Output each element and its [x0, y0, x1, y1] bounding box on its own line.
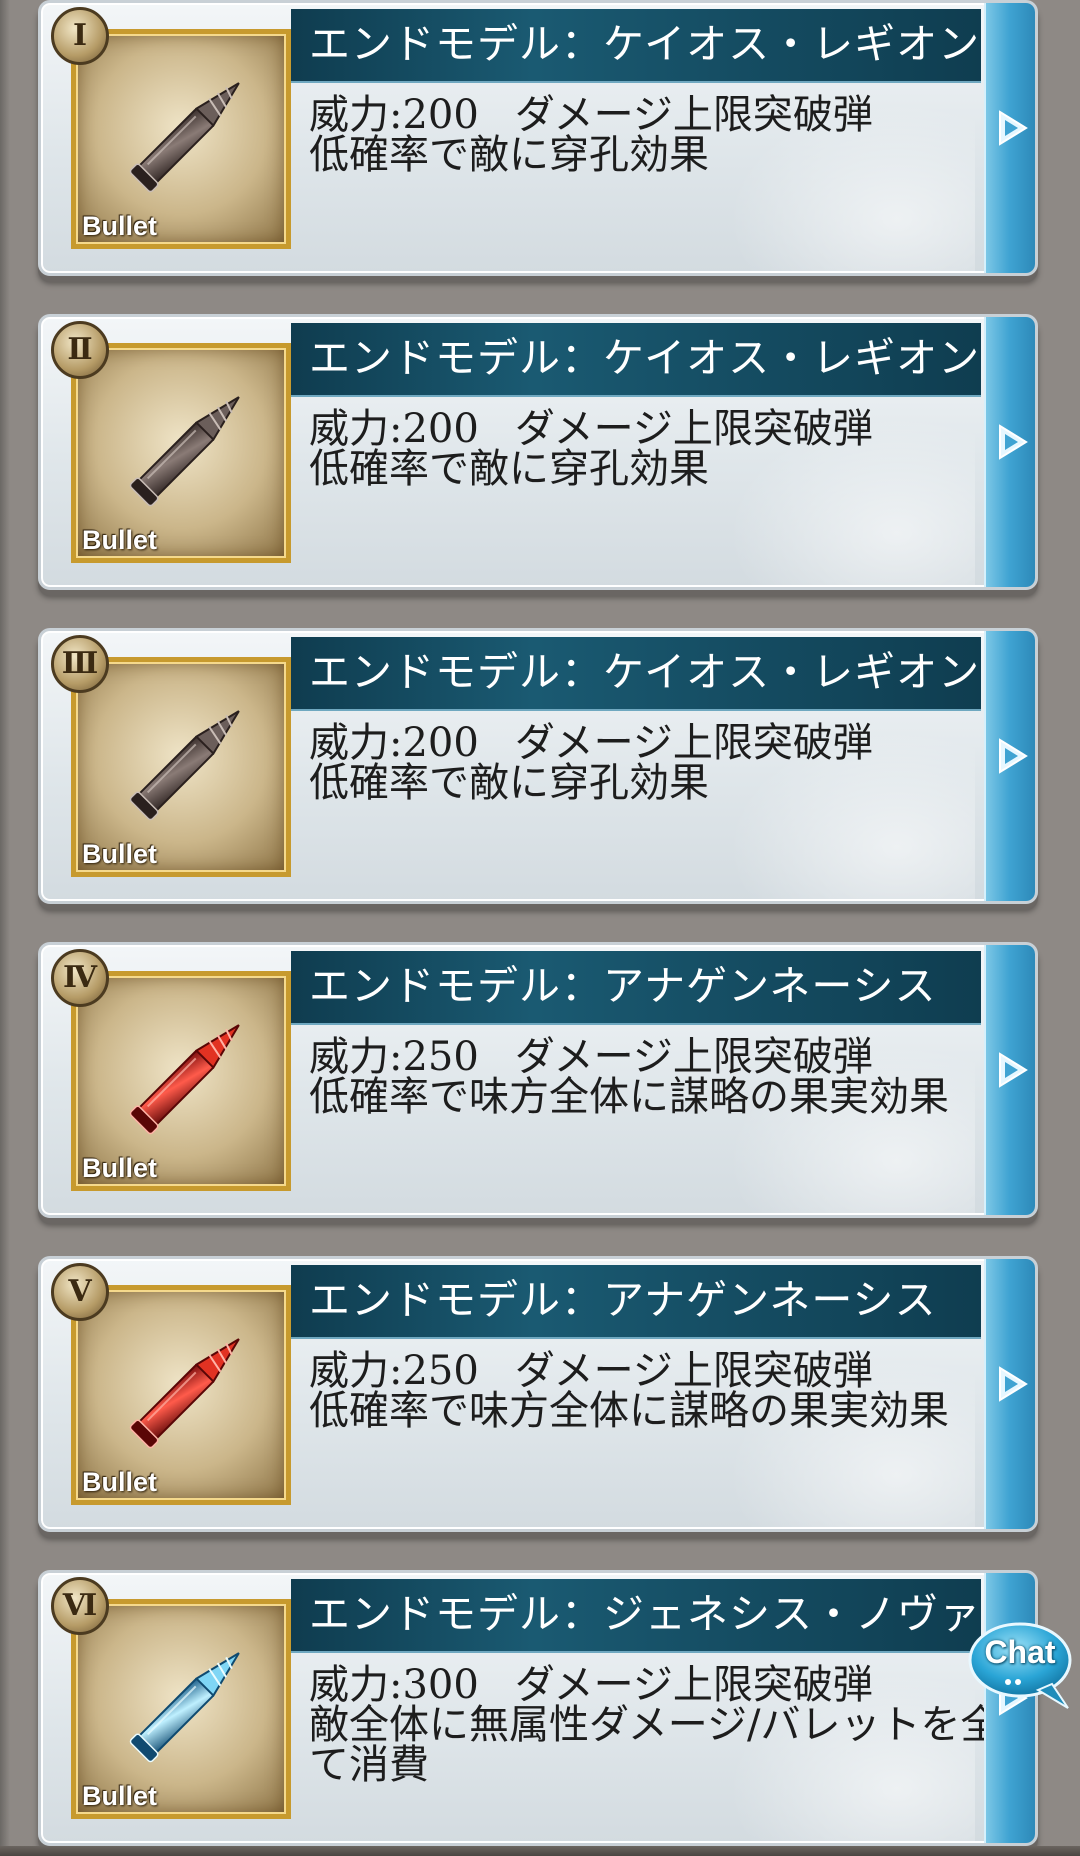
numeral-badge: Ⅴ — [51, 1263, 109, 1321]
numeral-badge: Ⅱ — [51, 321, 109, 379]
red-bullet-icon — [129, 1024, 240, 1135]
detail-text: 低確率で敵に穿孔効果 — [309, 760, 709, 806]
skill-title: エンドモデル：ケイオス・レギオン — [309, 20, 981, 68]
skill-card[interactable]: エンドモデル：ケイオス・レギオン Bullet Ⅲ 威力:200 ダメージ上限突破… — [38, 628, 1038, 904]
bullet-list: エンドモデル：ケイオス・レギオン Bullet Ⅰ 威力:200 ダメージ上限突破… — [0, 0, 1080, 1856]
bullet-label: Bullet — [82, 211, 158, 241]
bullet-label: Bullet — [82, 1153, 158, 1183]
play-arrow-icon — [999, 1052, 1028, 1088]
expand-arrow-button[interactable] — [984, 945, 1035, 1215]
skill-card[interactable]: エンドモデル：アナゲンネーシス Bullet Ⅴ 威力:250 ダメージ上限突破弾… — [38, 1256, 1038, 1532]
dark-bullet-icon — [129, 710, 240, 821]
detail-text: 低確率で味方全体に謀略の果実効果 — [309, 1074, 949, 1120]
skill-title: エンドモデル：アナゲンネーシス — [309, 962, 937, 1010]
bullet-label: Bullet — [82, 1467, 158, 1497]
expand-arrow-button[interactable] — [984, 3, 1035, 273]
icon-frame: Bullet — [71, 1285, 291, 1505]
play-arrow-icon — [999, 1366, 1028, 1402]
detail-text: 低確率で敵に穿孔効果 — [309, 132, 709, 178]
chat-label: Chat — [984, 1634, 1056, 1670]
blue-bullet-icon — [129, 1652, 240, 1763]
detail-text: 低確率で味方全体に謀略の果実効果 — [309, 1388, 949, 1434]
skill-description: 威力:250 ダメージ上限突破弾 低確率で味方全体に謀略の果実効果 — [309, 1351, 1029, 1431]
skill-title: エンドモデル：アナゲンネーシス — [309, 1276, 937, 1324]
numeral-badge: Ⅵ — [51, 1577, 109, 1635]
detail-text: 敵全体に無属性ダメージ/バレットを全て消費 — [309, 1702, 1001, 1788]
icon-frame: Bullet — [71, 29, 291, 249]
skill-card[interactable]: エンドモデル：ケイオス・レギオン Bullet Ⅱ 威力:200 ダメージ上限突破… — [38, 314, 1038, 590]
icon-frame: Bullet — [71, 1599, 291, 1819]
chat-button[interactable]: Chat — [968, 1620, 1080, 1712]
detail-text: 低確率で敵に穿孔効果 — [309, 446, 709, 492]
skill-description: 威力:250 ダメージ上限突破弾 低確率で味方全体に謀略の果実効果 — [309, 1037, 1029, 1117]
skill-title: エンドモデル：ケイオス・レギオン — [309, 334, 981, 382]
skill-card[interactable]: エンドモデル：ジェネシス・ノヴァ Bullet Ⅵ 威力:300 ダメージ上限突破… — [38, 1570, 1038, 1846]
skill-description: 威力:200 ダメージ上限突破弾 低確率で敵に穿孔効果 — [309, 723, 1029, 803]
skill-title: エンドモデル：ケイオス・レギオン — [309, 648, 981, 696]
numeral-badge: Ⅰ — [51, 7, 109, 65]
bullet-label: Bullet — [82, 839, 158, 869]
numeral-badge: Ⅳ — [51, 949, 109, 1007]
bullet-label: Bullet — [82, 525, 158, 555]
expand-arrow-button[interactable] — [984, 1259, 1035, 1529]
play-arrow-icon — [999, 738, 1028, 774]
skill-description: 威力:200 ダメージ上限突破弾 低確率で敵に穿孔効果 — [309, 409, 1029, 489]
play-arrow-icon — [999, 424, 1028, 460]
dark-bullet-icon — [129, 396, 240, 507]
icon-frame: Bullet — [71, 343, 291, 563]
bullet-label: Bullet — [82, 1781, 158, 1811]
expand-arrow-button[interactable] — [984, 317, 1035, 587]
numeral-badge: Ⅲ — [51, 635, 109, 693]
dark-bullet-icon — [129, 82, 240, 193]
skill-description: 威力:300 ダメージ上限突破弾 敵全体に無属性ダメージ/バレットを全て消費 — [309, 1665, 1029, 1785]
bottom-border — [0, 1846, 1080, 1856]
red-bullet-icon — [129, 1338, 240, 1449]
icon-frame: Bullet — [71, 971, 291, 1191]
icon-frame: Bullet — [71, 657, 291, 877]
skill-title: エンドモデル：ジェネシス・ノヴァ — [309, 1590, 981, 1638]
expand-arrow-button[interactable] — [984, 631, 1035, 901]
skill-card[interactable]: エンドモデル：アナゲンネーシス Bullet Ⅳ 威力:250 ダメージ上限突破弾… — [38, 942, 1038, 1218]
skill-description: 威力:200 ダメージ上限突破弾 低確率で敵に穿孔効果 — [309, 95, 1029, 175]
skill-card[interactable]: エンドモデル：ケイオス・レギオン Bullet Ⅰ 威力:200 ダメージ上限突破… — [38, 0, 1038, 276]
play-arrow-icon — [999, 110, 1028, 146]
